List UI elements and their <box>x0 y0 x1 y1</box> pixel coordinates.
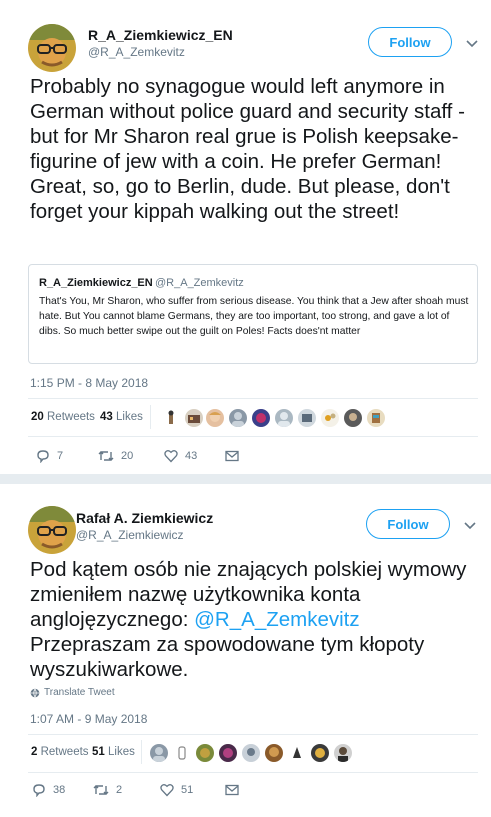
mention-link[interactable]: @R_A_Zemkevitz <box>194 608 360 631</box>
heart-icon <box>164 450 178 463</box>
like-button[interactable]: 51 <box>160 783 193 797</box>
retweets-count: 2 <box>31 746 38 758</box>
reply-count: 7 <box>57 450 64 462</box>
translate-label: Translate Tweet <box>44 687 115 698</box>
liker-avatar[interactable] <box>173 744 191 762</box>
likes-label: Likes <box>116 411 143 423</box>
liker-avatar[interactable] <box>321 409 339 427</box>
like-button[interactable]: 43 <box>164 449 197 463</box>
author-handle[interactable]: @R_A_Zemkevitz <box>88 45 185 59</box>
quoted-tweet[interactable]: R_A_Ziemkiewicz_EN @R_A_Zemkevitz That's… <box>28 264 478 364</box>
quoted-text: That's You, Mr Sharon, who suffer from s… <box>39 296 469 337</box>
avatar[interactable] <box>28 506 76 554</box>
retweet-icon <box>98 451 114 461</box>
retweet-count: 20 <box>121 450 134 462</box>
retweet-icon <box>93 785 109 795</box>
liker-avatar[interactable] <box>185 409 203 427</box>
timestamp[interactable]: 1:07 AM - 9 May 2018 <box>30 712 147 726</box>
liker-avatar[interactable] <box>344 409 362 427</box>
timestamp[interactable]: 1:15 PM - 8 May 2018 <box>30 376 148 390</box>
chevron-down-icon[interactable] <box>463 518 477 532</box>
retweets-count: 20 <box>31 411 44 423</box>
follow-button[interactable]: Follow <box>366 509 450 539</box>
divider <box>28 734 478 735</box>
globe-icon <box>30 688 40 697</box>
tweet-text: Probably no synagogue would left anymore… <box>30 75 465 223</box>
tweet-separator <box>0 474 491 484</box>
stats-divider <box>150 405 151 429</box>
retweets-stat[interactable]: 20 Retweets <box>31 411 95 423</box>
liker-avatar[interactable] <box>242 744 260 762</box>
likes-count: 51 <box>92 746 105 758</box>
liker-avatar[interactable] <box>150 744 168 762</box>
quoted-author-name: R_A_Ziemkiewicz_EN <box>39 277 153 289</box>
quoted-author-handle: @R_A_Zemkevitz <box>155 277 244 289</box>
reply-button[interactable]: 7 <box>36 449 63 463</box>
liker-avatar[interactable] <box>334 744 352 762</box>
reply-button[interactable]: 38 <box>32 783 65 797</box>
tweet-text-part: Przepraszam za spowodowane tym kłopoty w… <box>30 633 425 681</box>
retweet-button[interactable]: 20 <box>98 449 133 463</box>
envelope-icon <box>225 784 239 796</box>
translate-tweet-link[interactable]: Translate Tweet <box>30 687 115 698</box>
liker-avatar[interactable] <box>265 744 283 762</box>
divider <box>28 772 478 773</box>
tweet-text: Pod kątem osób nie znających polskiej wy… <box>30 557 480 682</box>
envelope-icon <box>225 450 239 462</box>
tweet-1: R_A_Ziemkiewicz_EN @R_A_Zemkevitz Follow… <box>0 0 491 470</box>
reply-icon <box>33 784 45 797</box>
direct-message-button[interactable] <box>225 450 239 462</box>
likes-label: Likes <box>108 746 135 758</box>
retweet-button[interactable]: 2 <box>93 783 122 797</box>
like-count: 43 <box>185 450 198 462</box>
likes-count: 43 <box>100 411 113 423</box>
author-name[interactable]: R_A_Ziemkiewicz_EN <box>88 27 233 43</box>
like-count: 51 <box>181 784 194 796</box>
author-handle[interactable]: @R_A_Ziemkiewicz <box>76 528 184 542</box>
retweets-stat[interactable]: 2 Retweets <box>31 746 89 758</box>
liker-avatar[interactable] <box>288 744 306 762</box>
heart-icon <box>160 784 174 797</box>
liker-avatar[interactable] <box>311 744 329 762</box>
divider <box>28 398 478 399</box>
chevron-down-icon[interactable] <box>465 36 479 50</box>
reply-count: 38 <box>53 784 66 796</box>
liker-avatar[interactable] <box>298 409 316 427</box>
direct-message-button[interactable] <box>225 784 239 796</box>
divider <box>28 436 478 437</box>
likes-stat[interactable]: 43 Likes <box>100 411 143 423</box>
retweets-label: Retweets <box>47 411 95 423</box>
liker-avatar[interactable] <box>162 409 180 427</box>
stats-divider <box>141 740 142 764</box>
follow-button[interactable]: Follow <box>368 27 452 57</box>
retweets-label: Retweets <box>40 746 89 758</box>
liker-avatar[interactable] <box>229 409 247 427</box>
retweet-count: 2 <box>116 784 123 796</box>
author-name[interactable]: Rafał A. Ziemkiewicz <box>76 510 213 526</box>
avatar[interactable] <box>28 24 76 72</box>
liker-avatar[interactable] <box>196 744 214 762</box>
liker-avatar[interactable] <box>275 409 293 427</box>
likes-stat[interactable]: 51 Likes <box>92 746 135 758</box>
tweet-2: Rafał A. Ziemkiewicz @R_A_Ziemkiewicz Fo… <box>0 484 491 817</box>
liker-avatar[interactable] <box>206 409 224 427</box>
liker-avatar[interactable] <box>367 409 385 427</box>
liker-avatar[interactable] <box>219 744 237 762</box>
reply-icon <box>37 450 49 463</box>
liker-avatar[interactable] <box>252 409 270 427</box>
